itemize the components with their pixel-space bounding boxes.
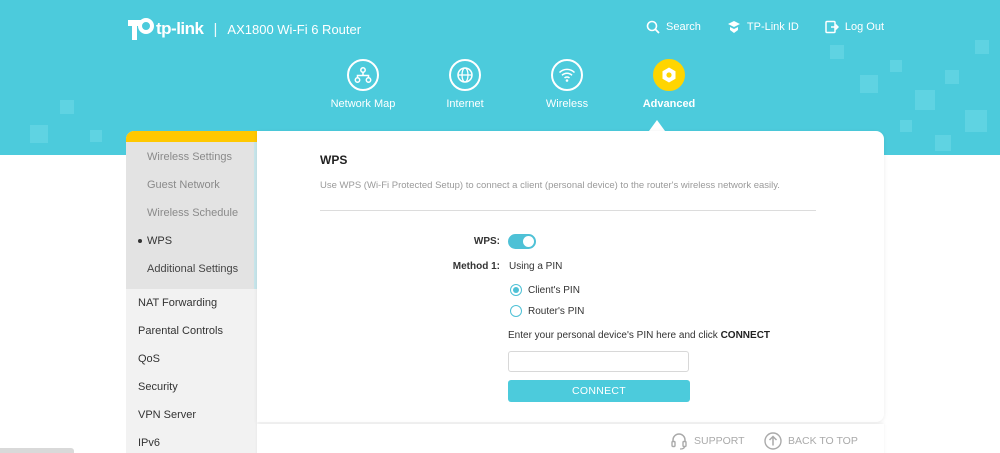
pin-input[interactable]: [508, 351, 689, 372]
network-map-icon: [354, 67, 372, 83]
status-bar-tip: [0, 448, 74, 453]
router-pin-radio[interactable]: [510, 305, 522, 317]
pin-help-bold: CONNECT: [720, 330, 771, 341]
sidebar-item-ipv6[interactable]: IPv6: [126, 429, 257, 453]
brand-logo[interactable]: tp-link | AX1800 Wi-Fi 6 Router: [126, 16, 361, 42]
arrow-up-circle-icon: [764, 432, 782, 450]
sidebar-item-nat-forwarding[interactable]: NAT Forwarding: [126, 289, 257, 317]
sidebar-item-wireless-settings[interactable]: Wireless Settings: [126, 143, 254, 171]
router-pin-option[interactable]: Router's PIN: [510, 305, 584, 317]
support-label: SUPPORT: [694, 435, 745, 447]
brand-separator: |: [213, 20, 218, 38]
pin-help-prefix: Enter your personal device's PIN here an…: [508, 330, 721, 341]
wps-panel: WPS Use WPS (Wi-Fi Protected Setup) to c…: [257, 131, 884, 422]
main-nav: Network Map Internet Wireless Advanced: [312, 59, 720, 110]
section-description: Use WPS (Wi-Fi Protected Setup) to conne…: [320, 180, 780, 191]
section-divider: [320, 210, 816, 211]
sidebar-item-wps[interactable]: WPS: [126, 227, 254, 255]
nav-advanced-label: Advanced: [642, 98, 696, 110]
nav-internet-label: Internet: [446, 98, 484, 110]
section-title: WPS: [320, 153, 348, 167]
sidebar-item-security[interactable]: Security: [126, 373, 257, 401]
support-link[interactable]: SUPPORT: [670, 432, 745, 450]
nav-network-map[interactable]: Network Map: [312, 59, 414, 110]
gear-icon: [662, 67, 676, 83]
client-pin-option[interactable]: Client's PIN: [510, 284, 580, 296]
brand-name: tp-link: [156, 19, 204, 38]
headset-icon: [671, 433, 687, 450]
logout-link[interactable]: Log Out: [825, 20, 884, 34]
model-name: AX1800 Wi-Fi 6 Router: [227, 21, 362, 37]
tplink-id-link[interactable]: TP-Link ID: [727, 20, 799, 34]
nav-internet[interactable]: Internet: [414, 59, 516, 110]
wifi-icon: [558, 68, 576, 82]
client-pin-radio[interactable]: [510, 284, 522, 296]
back-to-top-label: BACK TO TOP: [788, 435, 858, 447]
search-link[interactable]: Search: [646, 20, 701, 34]
top-links: Search TP-Link ID Log Out: [646, 20, 884, 34]
pin-help-text: Enter your personal device's PIN here an…: [508, 330, 770, 341]
sidebar-item-wireless-schedule[interactable]: Wireless Schedule: [126, 199, 254, 227]
method-value: Using a PIN: [509, 261, 563, 272]
router-pin-label: Router's PIN: [528, 305, 585, 317]
search-icon: [646, 20, 660, 34]
search-link-label: Search: [666, 21, 701, 33]
logout-label: Log Out: [844, 21, 884, 33]
client-pin-label: Client's PIN: [528, 284, 580, 296]
nav-wireless[interactable]: Wireless: [516, 59, 618, 110]
sidebar-item-guest-network[interactable]: Guest Network: [126, 171, 254, 199]
nav-wireless-label: Wireless: [545, 98, 589, 110]
wps-toggle[interactable]: [508, 234, 536, 249]
method-label: Method 1:: [452, 261, 500, 272]
tplink-id-label: TP-Link ID: [746, 21, 799, 33]
logout-icon: [825, 20, 839, 34]
sidebar-item-vpn-server[interactable]: VPN Server: [126, 401, 257, 429]
sidebar-item-parental-controls[interactable]: Parental Controls: [126, 317, 257, 345]
globe-icon: [457, 67, 473, 83]
connect-button[interactable]: CONNECT: [508, 380, 690, 402]
back-to-top-link[interactable]: BACK TO TOP: [764, 432, 858, 450]
wireless-submenu: Wireless Settings Guest Network Wireless…: [126, 142, 257, 289]
active-nav-caret: [649, 120, 665, 131]
sidebar-item-additional-settings[interactable]: Additional Settings: [126, 255, 254, 283]
sidebar-item-qos[interactable]: QoS: [126, 345, 257, 373]
tplink-logo-icon: [128, 18, 154, 40]
nav-advanced[interactable]: Advanced: [618, 59, 720, 110]
tplink-id-icon: [727, 21, 740, 33]
wps-label: WPS:: [473, 236, 500, 247]
sidebar: Wireless Settings Guest Network Wireless…: [126, 131, 257, 453]
sidebar-accent-bar: [126, 131, 257, 142]
nav-network-map-label: Network Map: [330, 98, 396, 110]
